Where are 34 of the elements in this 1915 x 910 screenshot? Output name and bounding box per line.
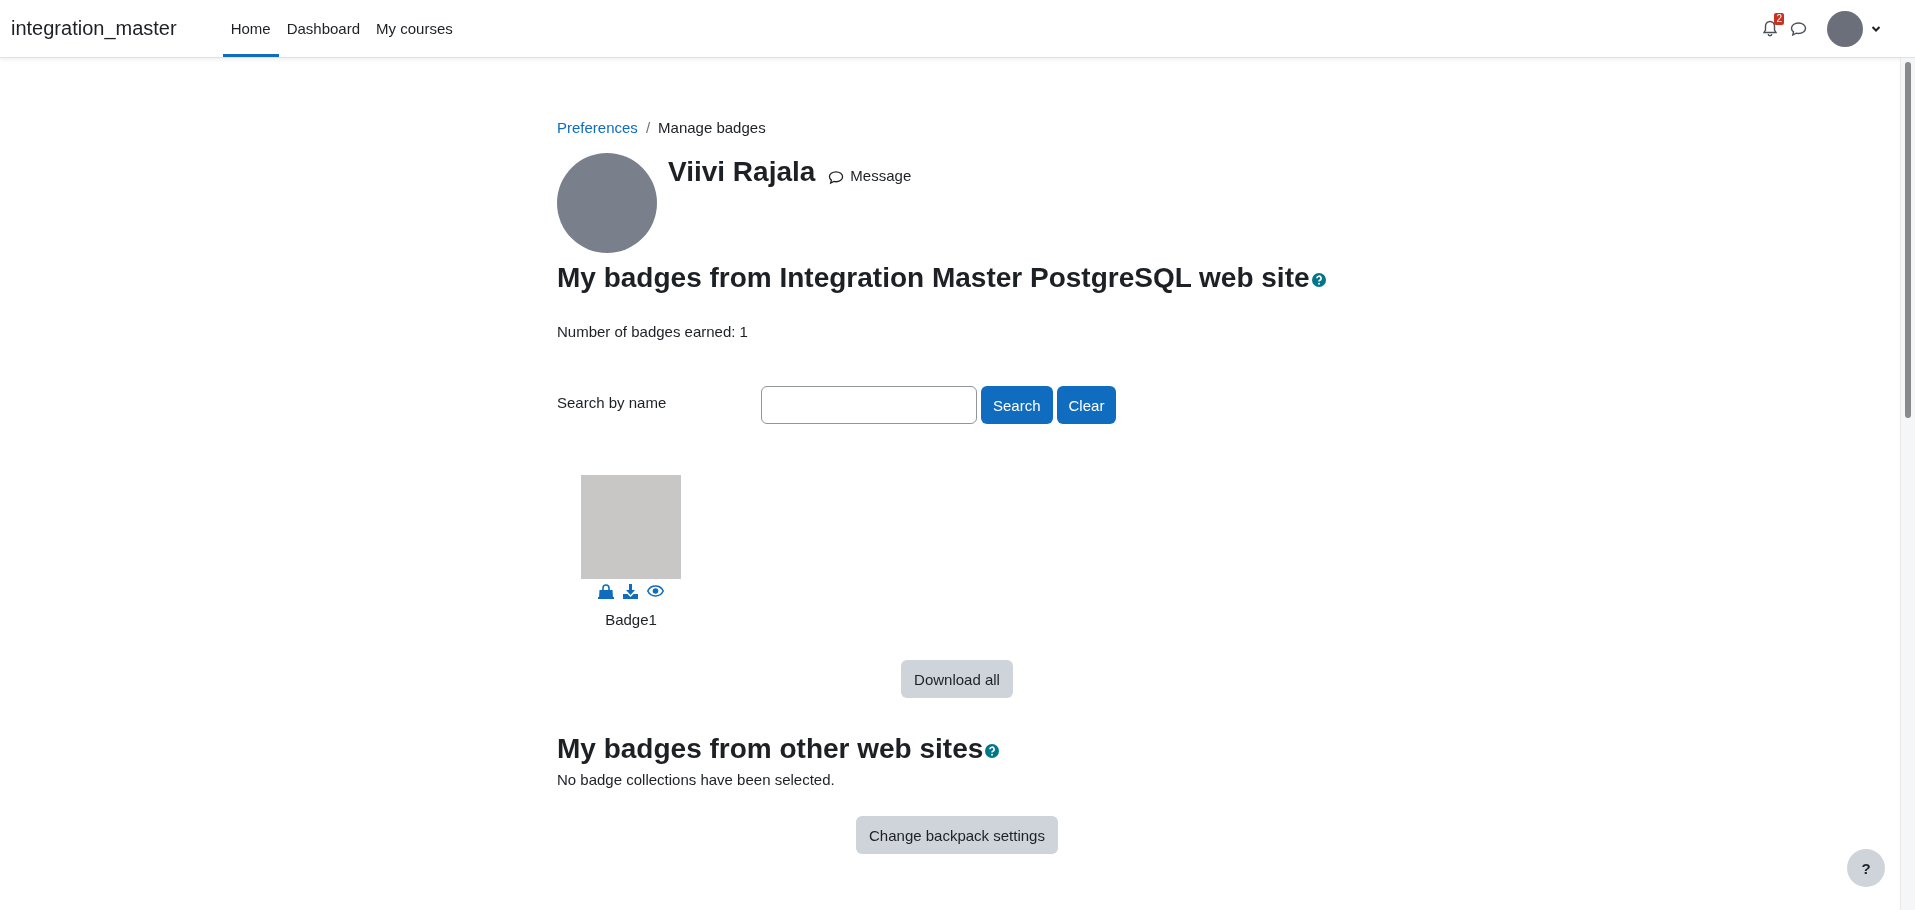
empty-message: No badge collections have been selected. xyxy=(557,770,836,790)
caret-icon[interactable] xyxy=(1871,24,1881,33)
backpack-settings-button[interactable]: Change backpack settings xyxy=(856,816,1058,854)
badge-count: Number of badges earned: 1 xyxy=(557,322,749,342)
breadcrumb-current: Manage badges xyxy=(658,118,766,138)
chat-icon[interactable] xyxy=(1790,20,1807,37)
bell-icon[interactable] xyxy=(1762,20,1778,37)
badge-name[interactable]: Badge1 xyxy=(605,609,657,631)
user-name: Viivi Rajala xyxy=(668,155,816,189)
section-heading: My badges from Integration Master PostgreSQL web site xyxy=(557,262,1310,293)
nav-link[interactable]: Dashboard xyxy=(278,0,369,57)
search-button[interactable]: Search xyxy=(981,386,1053,424)
eye-icon[interactable] xyxy=(647,585,664,597)
message-link[interactable]: Message xyxy=(850,165,912,187)
help-icon[interactable] xyxy=(1311,272,1326,287)
search-field[interactable] xyxy=(761,386,977,424)
download-all-button[interactable]: Download all xyxy=(901,660,1013,698)
nav-link[interactable]: Home xyxy=(222,0,279,57)
scrollbar-thumb[interactable] xyxy=(1905,62,1911,418)
chat-icon[interactable] xyxy=(828,170,845,185)
download-icon[interactable] xyxy=(623,583,638,599)
breadcrumb-link[interactable]: Preferences xyxy=(557,117,638,139)
section-heading: My badges from other web sites xyxy=(557,733,984,764)
site-name[interactable]: integration_master xyxy=(11,17,177,40)
scrollbar[interactable] xyxy=(1900,58,1915,910)
notification-count: 2 xyxy=(1774,12,1784,25)
help-button[interactable]: ? xyxy=(1847,849,1885,887)
search-label: Search by name xyxy=(557,393,668,413)
avatar-circle[interactable] xyxy=(1827,10,1863,47)
help-icon[interactable] xyxy=(985,743,1000,758)
breadcrumb-separator: / xyxy=(644,118,652,138)
nav-link[interactable]: My courses xyxy=(368,0,461,57)
clear-button[interactable]: Clear xyxy=(1056,386,1117,424)
bag-icon[interactable] xyxy=(598,583,614,599)
